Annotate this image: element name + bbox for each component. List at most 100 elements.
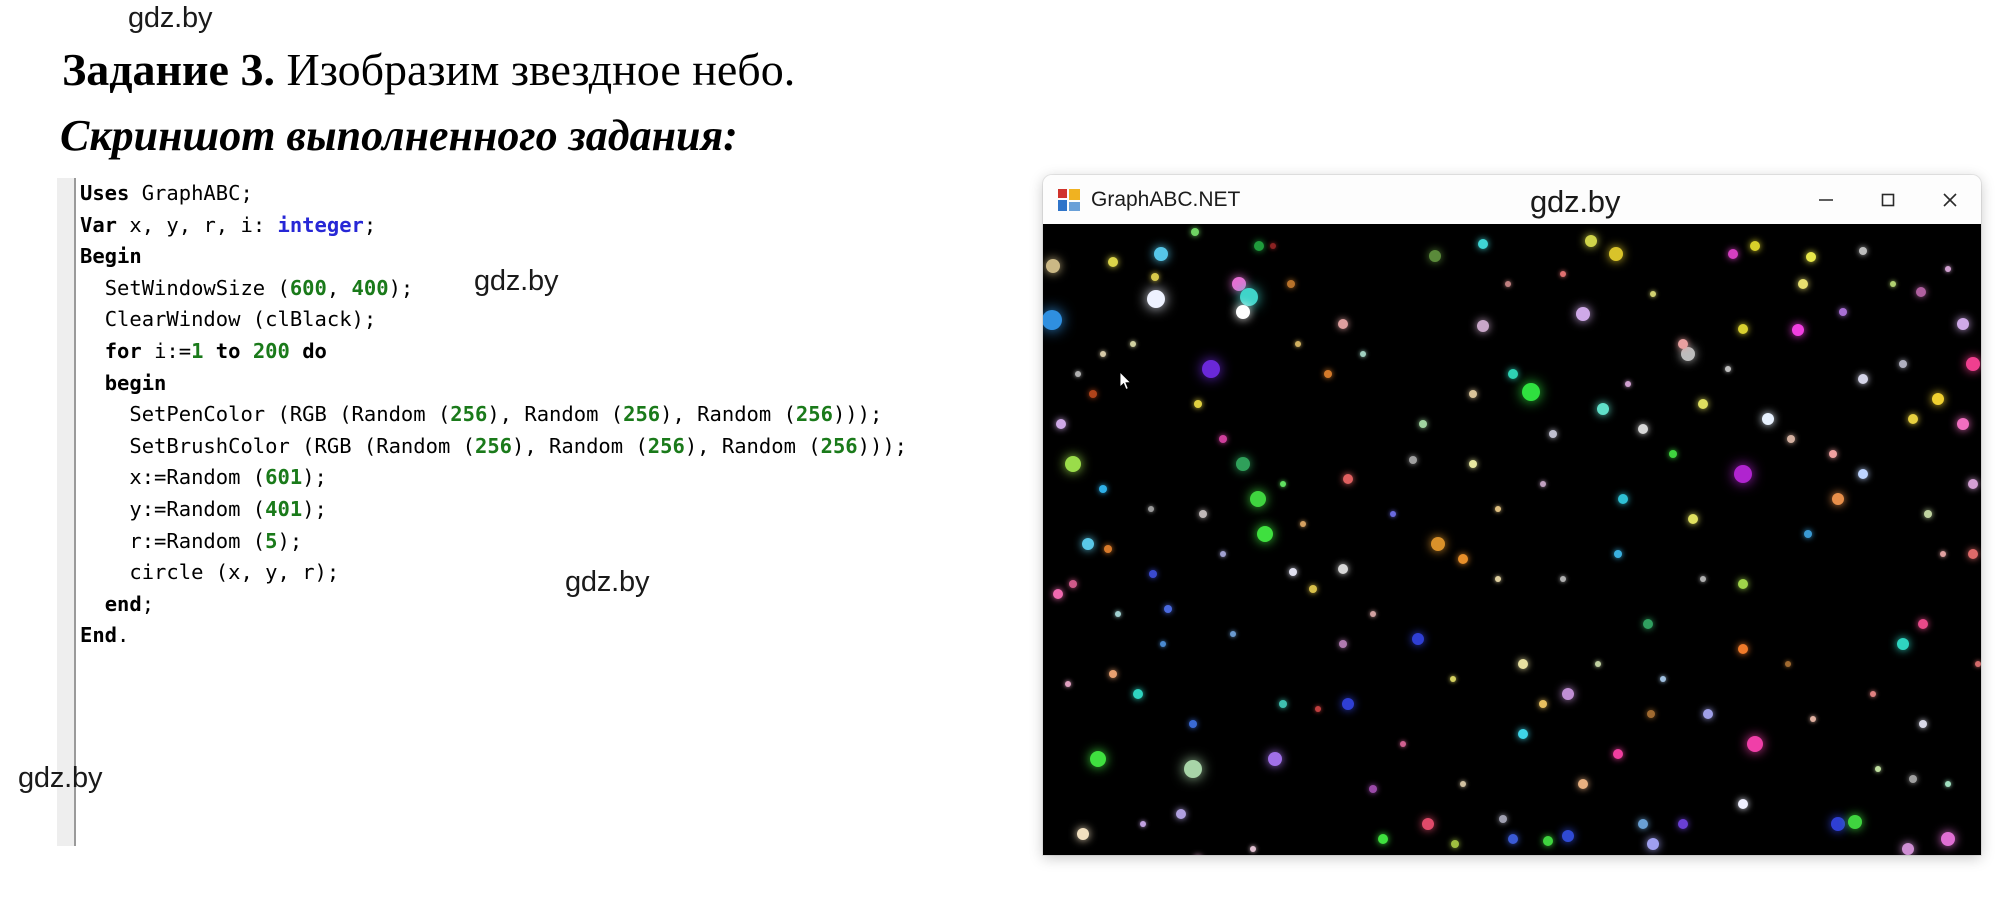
code-line: Var x, y, r, i: integer; (80, 212, 377, 237)
star-dot (1508, 834, 1518, 844)
star-dot (1940, 551, 1946, 557)
star-dot (1798, 279, 1808, 289)
star-dot (1609, 247, 1623, 261)
code-line: End. (80, 623, 130, 648)
star-dot (1785, 661, 1791, 667)
star-dot (1560, 271, 1566, 277)
star-dot (1750, 241, 1760, 251)
star-dot (1250, 491, 1266, 507)
star-dot (1053, 589, 1063, 599)
star-dot (1342, 698, 1354, 710)
star-dot (1450, 676, 1456, 682)
star-dot (1792, 324, 1804, 336)
star-dot (1858, 374, 1868, 384)
graphics-canvas[interactable] (1043, 224, 1981, 855)
star-dot (1495, 576, 1501, 582)
star-dot (1109, 670, 1117, 678)
star-dot (1236, 457, 1250, 471)
star-dot (1562, 830, 1574, 842)
star-dot (1647, 710, 1655, 718)
star-dot (1957, 418, 1969, 430)
star-dot (1191, 228, 1199, 236)
star-dot (1108, 257, 1118, 267)
star-dot (1056, 419, 1066, 429)
code-line: SetBrushColor (RGB (Random (256), Random… (129, 433, 908, 458)
star-dot (1540, 481, 1546, 487)
star-dot (1199, 510, 1207, 518)
star-dot (1832, 493, 1844, 505)
star-dot (1460, 781, 1466, 787)
star-dot (1257, 526, 1273, 542)
star-dot (1625, 381, 1631, 387)
star-dot (1254, 241, 1264, 251)
star-dot (1065, 456, 1081, 472)
star-dot (1829, 450, 1837, 458)
window-controls (1795, 175, 1981, 224)
code-gutter-divider (74, 178, 76, 846)
star-dot (1154, 247, 1168, 261)
maximize-icon[interactable] (1857, 175, 1919, 224)
star-dot (1518, 729, 1528, 739)
star-dot (1597, 403, 1609, 415)
star-dot (1700, 576, 1706, 582)
star-dot (1698, 399, 1708, 409)
star-dot (1585, 235, 1597, 247)
star-dot (1909, 775, 1917, 783)
star-dot (1678, 819, 1688, 829)
window-titlebar[interactable]: GraphABC.NET (1043, 175, 1981, 224)
code-listing[interactable]: Uses GraphABC; Var x, y, r, i: integer; Be… (80, 178, 907, 652)
star-dot (1848, 815, 1862, 829)
star-dot (1343, 474, 1353, 484)
star-dot (1115, 611, 1121, 617)
code-line: r:=Random (5); (129, 528, 303, 553)
arrow-cursor (1120, 372, 1132, 391)
star-dot (1300, 521, 1306, 527)
star-dot (1945, 781, 1951, 787)
star-dot (1875, 766, 1881, 772)
star-dot (1090, 751, 1106, 767)
star-dot (1941, 832, 1955, 846)
star-dot (1650, 291, 1656, 297)
task-number: Задание 3. (62, 44, 275, 95)
star-dot (1508, 369, 1518, 379)
star-dot (1148, 506, 1154, 512)
star-dot (1924, 510, 1932, 518)
star-dot (1194, 400, 1202, 408)
star-dot (1065, 681, 1071, 687)
star-dot (1287, 280, 1295, 288)
star-dot (1858, 469, 1868, 479)
code-gutter (57, 178, 74, 846)
star-dot (1270, 243, 1276, 249)
star-dot (1660, 676, 1666, 682)
watermark-bottom: gdz.by (18, 762, 103, 794)
star-dot (1324, 370, 1332, 378)
star-dot (1945, 266, 1951, 272)
star-dot (1578, 779, 1588, 789)
star-dot (1429, 250, 1441, 262)
star-dot (1688, 514, 1698, 524)
star-dot (1360, 351, 1366, 357)
code-line: for i:=1 to 200 do (104, 338, 327, 363)
star-dot (1678, 339, 1688, 349)
star-dot (1975, 661, 1981, 667)
star-dot (1966, 357, 1980, 371)
star-dot (1147, 290, 1165, 308)
star-dot (1089, 390, 1097, 398)
star-dot (1968, 479, 1978, 489)
star-dot (1280, 481, 1286, 487)
star-dot (1422, 818, 1434, 830)
code-line: y:=Random (401); (129, 496, 327, 521)
star-dot (1250, 846, 1256, 852)
star-dot (1738, 644, 1748, 654)
close-icon[interactable] (1919, 175, 1981, 224)
star-dot (1968, 549, 1978, 559)
star-dot (1400, 741, 1406, 747)
star-dot (1618, 494, 1628, 504)
star-dot (1338, 319, 1348, 329)
graphabc-window: GraphABC.NET (1043, 175, 1981, 855)
star-dot (1560, 576, 1566, 582)
star-dot (1613, 749, 1623, 759)
star-dot (1077, 828, 1089, 840)
minimize-icon[interactable] (1795, 175, 1857, 224)
star-dot (1149, 570, 1157, 578)
